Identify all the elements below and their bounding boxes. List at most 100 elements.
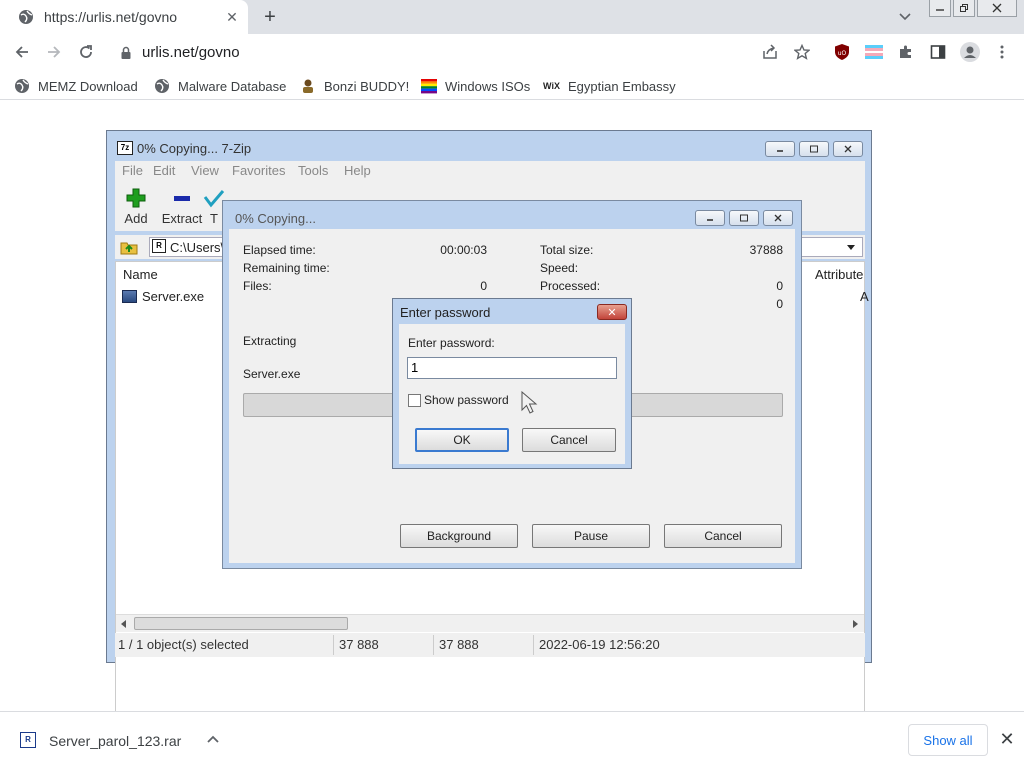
- password-close-button[interactable]: ✕: [597, 304, 627, 320]
- status-separator: [533, 635, 534, 655]
- tab-search-icon[interactable]: [894, 7, 916, 27]
- status-selected: 1 / 1 object(s) selected: [118, 637, 249, 652]
- menu-help[interactable]: Help: [344, 163, 371, 178]
- 7zip-maximize-button[interactable]: [799, 141, 829, 157]
- copy-maximize-button[interactable]: [729, 210, 759, 226]
- remaining-time-label: Remaining time:: [243, 261, 330, 275]
- cancel-button[interactable]: Cancel: [522, 428, 616, 452]
- bookmark-bonzi-buddy[interactable]: Bonzi BUDDY!: [300, 77, 409, 95]
- folder-up-icon[interactable]: [119, 237, 139, 257]
- action-label: Extracting: [243, 334, 297, 348]
- 7zip-window-title: 0% Copying... 7-Zip: [137, 141, 252, 156]
- forward-button[interactable]: [40, 38, 68, 66]
- rar-file-icon: R: [20, 732, 36, 748]
- screen: https://urlis.net/govno ✕ + urlis.net/go…: [0, 0, 1024, 768]
- 7zip-minimize-button[interactable]: [765, 141, 795, 157]
- password-prompt-label: Enter password:: [408, 336, 495, 350]
- mouse-cursor-icon: [521, 390, 539, 415]
- bookmark-egyptian-embassy[interactable]: WiX Egyptian Embassy: [543, 77, 676, 95]
- 7zip-status-bar: 1 / 1 object(s) selected 37 888 37 888 2…: [115, 633, 865, 657]
- cancel-copy-button[interactable]: Cancel: [664, 524, 782, 548]
- show-password-label[interactable]: Show password: [424, 393, 509, 407]
- show-password-checkbox[interactable]: [408, 394, 421, 407]
- compressed-value: 0: [776, 297, 783, 311]
- menu-view[interactable]: View: [191, 163, 219, 178]
- side-panel-icon[interactable]: [926, 40, 950, 64]
- status-modified: 2022-06-19 12:56:20: [539, 637, 660, 652]
- scroll-left-arrow-icon[interactable]: [118, 619, 128, 629]
- download-shelf: R Server_parol_123.rar Show all ✕: [0, 711, 1024, 768]
- bookmark-label: Egyptian Embassy: [568, 78, 676, 94]
- add-tool-button[interactable]: Add: [113, 187, 159, 226]
- bookmark-label: Malware Database: [178, 78, 287, 94]
- password-dialog-body: Enter password: 1 Show password OK Cance…: [399, 324, 625, 464]
- download-file-name[interactable]: Server_parol_123.rar: [49, 733, 181, 749]
- elapsed-time-label: Elapsed time:: [243, 243, 316, 257]
- profile-avatar-icon[interactable]: [958, 40, 982, 64]
- restore-window-button[interactable]: [953, 0, 975, 17]
- new-tab-button[interactable]: +: [258, 5, 282, 29]
- menu-tools[interactable]: Tools: [298, 163, 328, 178]
- file-attribute: A: [860, 289, 869, 304]
- reload-button[interactable]: [72, 38, 100, 66]
- extension-flag-icon[interactable]: [862, 40, 886, 64]
- total-size-label: Total size:: [540, 243, 594, 257]
- copy-minimize-button[interactable]: [695, 210, 725, 226]
- path-text: C:\Users\: [170, 240, 225, 255]
- processed-label: Processed:: [540, 279, 601, 293]
- tab-close-icon[interactable]: ✕: [222, 7, 242, 27]
- copy-close-button[interactable]: [763, 210, 793, 226]
- bookmark-windows-isos[interactable]: Windows ISOs: [421, 77, 530, 95]
- close-window-button[interactable]: [977, 0, 1017, 17]
- more-menu-icon[interactable]: [990, 40, 1014, 64]
- speed-label: Speed:: [540, 261, 579, 275]
- globe-icon: [18, 9, 34, 25]
- chevron-up-icon[interactable]: [203, 729, 223, 749]
- 7zip-close-button[interactable]: [833, 141, 863, 157]
- 7zip-menubar: File Edit View Favorites Tools Help: [115, 161, 865, 181]
- bookmark-malware-database[interactable]: Malware Database: [154, 77, 286, 95]
- bookmark-star-icon[interactable]: [790, 40, 814, 64]
- menu-favorites[interactable]: Favorites: [232, 163, 285, 178]
- minus-icon: [159, 187, 205, 209]
- scroll-right-arrow-icon[interactable]: [850, 619, 860, 629]
- column-header-attributes[interactable]: Attribute: [815, 267, 863, 282]
- files-label: Files:: [243, 279, 272, 293]
- extract-tool-button[interactable]: Extract: [159, 187, 205, 226]
- menu-file[interactable]: File: [122, 163, 143, 178]
- background-button[interactable]: Background: [400, 524, 518, 548]
- tool-label: Extract: [161, 211, 203, 226]
- status-size: 37 888: [339, 637, 379, 652]
- bookmark-memz-download[interactable]: MEMZ Download: [14, 77, 138, 95]
- file-name: Server.exe: [142, 289, 205, 304]
- column-header-name[interactable]: Name: [123, 267, 158, 282]
- password-dialog: Enter password ✕ Enter password: 1 Show …: [392, 298, 632, 469]
- dropdown-arrow-icon[interactable]: [846, 242, 856, 252]
- globe-icon: [154, 78, 170, 94]
- scrollbar-thumb[interactable]: [134, 617, 348, 630]
- browser-tab[interactable]: https://urlis.net/govno ✕: [0, 0, 248, 34]
- minimize-window-button[interactable]: [929, 0, 951, 17]
- copying-dialog-title: 0% Copying...: [235, 211, 316, 226]
- extensions-puzzle-icon[interactable]: [894, 40, 918, 64]
- close-shelf-icon[interactable]: ✕: [996, 728, 1018, 750]
- tool-label: Add: [124, 211, 148, 226]
- share-icon[interactable]: [758, 40, 782, 64]
- svg-text:uO: uO: [838, 50, 847, 57]
- archive-icon: R: [152, 239, 166, 253]
- 7zip-logo: 7z: [117, 141, 133, 155]
- horizontal-scrollbar[interactable]: [116, 614, 864, 632]
- ok-button[interactable]: OK: [415, 428, 509, 452]
- back-button[interactable]: [8, 38, 36, 66]
- globe-icon: [14, 78, 30, 94]
- password-input[interactable]: 1: [407, 357, 617, 379]
- pause-button[interactable]: Pause: [532, 524, 650, 548]
- address-bar[interactable]: urlis.net/govno: [106, 39, 826, 67]
- menu-edit[interactable]: Edit: [153, 163, 175, 178]
- ublock-icon[interactable]: uO: [830, 40, 854, 64]
- tool-label: T: [210, 211, 218, 226]
- show-all-button[interactable]: Show all: [908, 724, 988, 756]
- lock-icon[interactable]: [118, 45, 134, 61]
- bookmark-label: Windows ISOs: [445, 78, 531, 94]
- exe-file-icon: [122, 290, 137, 303]
